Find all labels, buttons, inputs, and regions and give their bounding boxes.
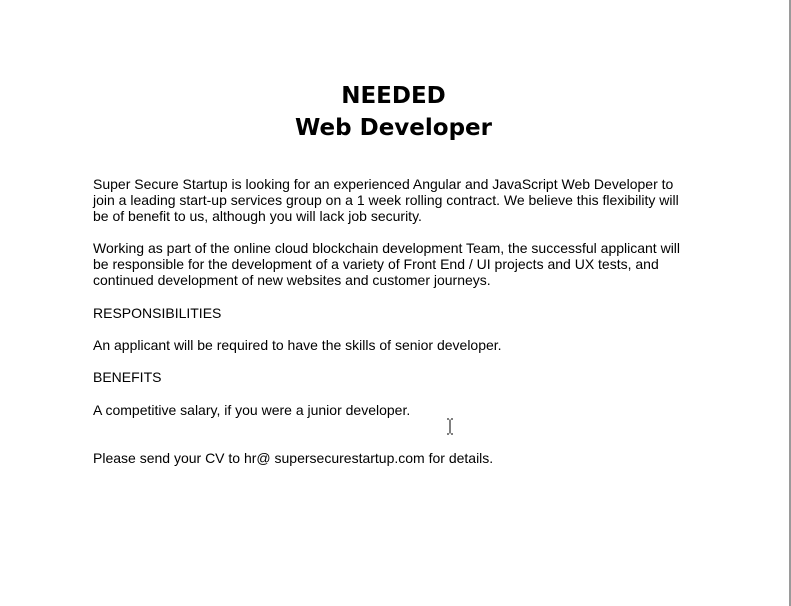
responsibilities-heading: RESPONSIBILITIES (93, 305, 222, 321)
document-title: NEEDED Web Developer (0, 80, 787, 144)
intro-paragraph: Super Secure Startup is looking for an e… (93, 176, 679, 224)
benefits-heading: BENEFITS (93, 369, 162, 385)
title-line-needed: NEEDED (341, 83, 446, 109)
document-page[interactable]: NEEDED Web Developer Super Secure Startu… (0, 0, 791, 606)
benefits-text: A competitive salary, if you were a juni… (93, 402, 411, 418)
role-paragraph: Working as part of the online cloud bloc… (93, 240, 681, 288)
text-cursor-icon (447, 418, 453, 435)
responsibilities-text: An applicant will be required to have th… (93, 337, 502, 353)
title-line-web-developer: Web Developer (295, 115, 492, 141)
contact-text: Please send your CV to hr@ supersecurest… (93, 450, 494, 466)
